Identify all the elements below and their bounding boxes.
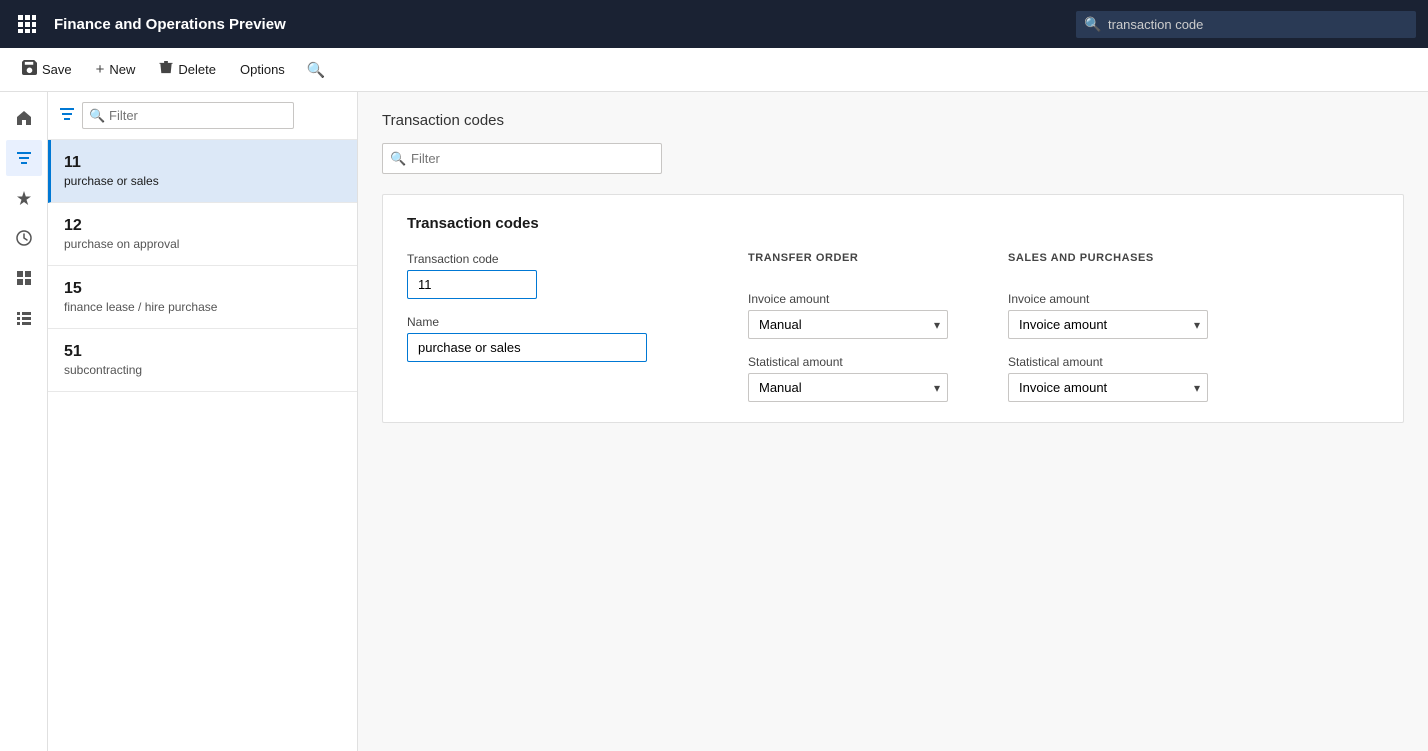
list-item-name: finance lease / hire purchase (64, 300, 341, 314)
global-search-input[interactable] (1076, 11, 1416, 38)
list-item[interactable]: 15 finance lease / hire purchase (48, 266, 357, 329)
card-title: Transaction codes (407, 215, 1379, 232)
sales-statistical-amount-select-wrap: Manual Invoice amount Zero ▾ (1008, 373, 1208, 402)
name-input[interactable] (407, 333, 647, 362)
transfer-invoice-amount-label: Invoice amount (748, 292, 948, 306)
nav-list-button[interactable] (6, 300, 42, 336)
new-button[interactable]: + New (86, 56, 146, 83)
sales-invoice-amount-label: Invoice amount (1008, 292, 1208, 306)
delete-button[interactable]: Delete (149, 55, 226, 84)
sales-statistical-amount-select[interactable]: Manual Invoice amount Zero (1008, 373, 1208, 402)
delete-label: Delete (178, 62, 216, 77)
list-items: 11 purchase or sales 12 purchase on appr… (48, 140, 357, 751)
toolbar-search-button[interactable]: 🔍 (307, 61, 326, 79)
waffle-menu[interactable] (12, 15, 42, 33)
transfer-statistical-amount-label: Statistical amount (748, 355, 948, 369)
list-item[interactable]: 51 subcontracting (48, 329, 357, 392)
options-label: Options (240, 62, 285, 77)
detail-card: Transaction codes Transaction code Name (382, 194, 1404, 423)
name-label: Name (407, 315, 647, 329)
transfer-statistical-amount-select-wrap: Manual Invoice amount Zero ▾ (748, 373, 948, 402)
top-bar: Finance and Operations Preview 🔍 (0, 0, 1428, 48)
transfer-invoice-amount-group: Invoice amount Manual Invoice amount Zer… (748, 292, 948, 339)
basic-fields-col: Transaction code Name (407, 252, 647, 362)
nav-filter-button[interactable] (6, 140, 42, 176)
transfer-invoice-amount-select[interactable]: Manual Invoice amount Zero (748, 310, 948, 339)
new-label: New (109, 62, 135, 77)
detail-filter-input[interactable] (382, 143, 662, 174)
list-item-name: purchase on approval (64, 237, 341, 251)
save-icon (22, 60, 37, 79)
transaction-code-label: Transaction code (407, 252, 647, 266)
options-button[interactable]: Options (230, 57, 295, 82)
app-title: Finance and Operations Preview (54, 16, 1064, 33)
page-title: Transaction codes (382, 112, 1404, 129)
detail-filter-icon: 🔍 (390, 151, 406, 167)
nav-grid-button[interactable] (6, 260, 42, 296)
list-item[interactable]: 12 purchase on approval (48, 203, 357, 266)
list-panel: 🔍 11 purchase or sales 12 purchase on ap… (48, 92, 358, 751)
detail-panel: Transaction codes 🔍 Transaction codes Tr… (358, 92, 1428, 751)
list-filter-search-icon: 🔍 (89, 108, 105, 124)
name-group: Name (407, 315, 647, 362)
transfer-invoice-amount-select-wrap: Manual Invoice amount Zero ▾ (748, 310, 948, 339)
list-item-name: subcontracting (64, 363, 341, 377)
sales-statistical-amount-group: Statistical amount Manual Invoice amount… (1008, 355, 1208, 402)
nav-star-button[interactable] (6, 180, 42, 216)
global-search-icon: 🔍 (1084, 16, 1101, 33)
sales-invoice-amount-select-wrap: Manual Invoice amount Zero ▾ (1008, 310, 1208, 339)
nav-home-button[interactable] (6, 100, 42, 136)
list-item-code: 12 (64, 217, 341, 235)
list-item-code: 51 (64, 343, 341, 361)
main-layout: 🔍 11 purchase or sales 12 purchase on ap… (0, 92, 1428, 751)
list-panel-filter-row: 🔍 (48, 92, 357, 140)
list-item-code: 11 (64, 154, 341, 172)
detail-form-row: Transaction code Name TRANSFER ORDER (407, 252, 1379, 402)
toolbar: Save + New Delete Options 🔍 (0, 48, 1428, 92)
transaction-code-group: Transaction code (407, 252, 647, 299)
transfer-order-section: TRANSFER ORDER Invoice amount Manual Inv… (748, 252, 948, 402)
global-search-wrap: 🔍 (1076, 11, 1416, 38)
sales-invoice-amount-group: Invoice amount Manual Invoice amount Zer… (1008, 292, 1208, 339)
delete-icon (159, 60, 173, 79)
sales-statistical-amount-label: Statistical amount (1008, 355, 1208, 369)
list-filter-input[interactable] (82, 102, 294, 129)
save-button[interactable]: Save (12, 55, 82, 84)
list-item-code: 15 (64, 280, 341, 298)
sales-purchases-section: SALES AND PURCHASES Invoice amount Manua… (1008, 252, 1208, 402)
list-item-name: purchase or sales (64, 174, 341, 188)
transfer-statistical-amount-select[interactable]: Manual Invoice amount Zero (748, 373, 948, 402)
save-label: Save (42, 62, 72, 77)
sales-invoice-amount-select[interactable]: Manual Invoice amount Zero (1008, 310, 1208, 339)
nav-clock-button[interactable] (6, 220, 42, 256)
detail-filter-wrap: 🔍 (382, 143, 1404, 174)
transfer-statistical-amount-group: Statistical amount Manual Invoice amount… (748, 355, 948, 402)
transfer-order-title: TRANSFER ORDER (748, 252, 948, 264)
icon-sidebar (0, 92, 48, 751)
new-icon: + (96, 61, 105, 78)
sales-purchases-title: SALES AND PURCHASES (1008, 252, 1208, 264)
list-filter-icon (60, 107, 74, 125)
list-filter-wrap: 🔍 (82, 102, 345, 129)
sections-row: TRANSFER ORDER Invoice amount Manual Inv… (748, 252, 1208, 402)
list-item[interactable]: 11 purchase or sales (48, 140, 357, 203)
transaction-code-input[interactable] (407, 270, 537, 299)
